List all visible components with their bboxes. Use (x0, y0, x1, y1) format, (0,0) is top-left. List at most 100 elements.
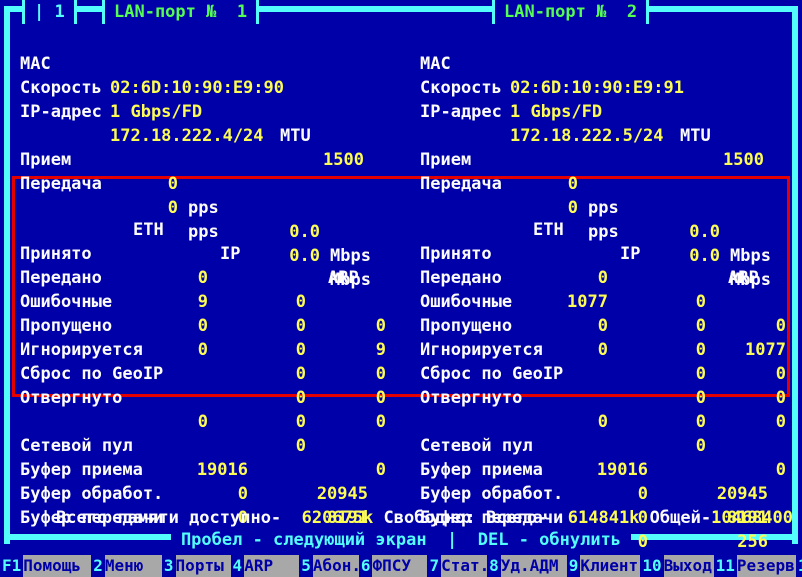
rx-rate-row: Прием 0 pps 0.0 Mbps (420, 124, 792, 148)
ip-row: IP-адрес 172.18.222.5/24 (420, 76, 792, 100)
port2-panel: MAC 02:6D:10:90:E9:91 Скорость 1 Gbps/FD… (420, 0, 792, 530)
table-row: Ошибочные 0 0 0 (20, 266, 392, 290)
fkey-number: 5 (299, 555, 313, 577)
ip-label: IP-адрес (20, 100, 102, 124)
table-row: Передано 1077 0 1077 (420, 242, 792, 266)
screen-indicator-label: | 1 (34, 2, 65, 22)
fkey-fpsu[interactable]: 6ФПСУ (359, 555, 428, 577)
port1-header-label: LAN-порт № 1 (114, 2, 247, 22)
speed-row: Скорость 1 Gbps/FD MTU 1500 (20, 52, 392, 76)
speed-row: Скорость 1 Gbps/FD MTU 1500 (420, 52, 792, 76)
left-border (4, 6, 10, 544)
stat-ip: 0 (620, 386, 706, 410)
table-row: Пропущено 0 0 0 (20, 290, 392, 314)
table-row: Отвергнуто 0 0 0 (420, 362, 792, 386)
fkey-label: Порты (176, 555, 231, 577)
table-row: Принято 0 0 0 (420, 218, 792, 242)
function-key-bar: F1Помощь 2Меню 3Порты 4ARP 5Абон. 6ФПСУ … (0, 555, 802, 577)
fkey-remote-admin[interactable]: 8Уд.АДМ (487, 555, 567, 577)
fkey-menu[interactable]: 2Меню (91, 555, 162, 577)
fkey-number: 9 (567, 555, 581, 577)
port1-panel: MAC 02:6D:10:90:E9:90 Скорость 1 Gbps/FD… (20, 0, 392, 530)
fkey-label: Клиент (580, 555, 640, 577)
stats-header-row: ETH IP ARP (20, 194, 392, 218)
tx-label: Передача (420, 172, 502, 196)
table-row: Принято 0 0 0 (20, 218, 392, 242)
memory-total-label: Всего памяти доступно- (56, 508, 302, 528)
speed-value: 1 Gbps/FD (110, 100, 202, 124)
table-row: Ошибочные 0 0 0 (420, 266, 792, 290)
memory-free-label: Свободно: Всего- (373, 508, 567, 528)
fkey-label: Меню (105, 555, 162, 577)
fkey-label: ФПСУ (372, 555, 427, 577)
fkey-number: 3 (162, 555, 176, 577)
ip-row: IP-адрес 172.18.222.4/24 (20, 76, 392, 100)
memory-common-label: Общей- (639, 508, 711, 528)
fkey-help[interactable]: F1Помощь (0, 555, 91, 577)
table-row: Пропущено 0 0 0 (420, 290, 792, 314)
buffer-row: Буфер обработ. 0 256 (420, 458, 792, 482)
stat-ip: 0 (220, 386, 306, 410)
stat-label: Отвергнуто (20, 386, 122, 410)
stat-arp: 0 (716, 386, 786, 410)
fkey-number: 2 (91, 555, 105, 577)
buffer-row: Сетевой пул 19016 20945 (420, 410, 792, 434)
memory-summary-line: Всего памяти доступно- 620675k Свободно:… (56, 506, 793, 530)
fkey-number: 7 (427, 555, 441, 577)
memory-common-value: 10468400 (711, 508, 793, 528)
mac-row: MAC 02:6D:10:90:E9:91 (420, 28, 792, 52)
fkey-stats[interactable]: 7Стат. (427, 555, 487, 577)
ip-label: IP-адрес (420, 100, 502, 124)
hint-line: Пробел - следующий экран | DEL - обнулит… (0, 528, 802, 552)
right-border (792, 6, 798, 544)
fkey-label: Выход (664, 555, 714, 577)
tx-rate-row: Передача 0 pps 0.0 Mbps (420, 148, 792, 172)
buffer-row: Сетевой пул 19016 20945 (20, 410, 392, 434)
buffer-row: Буфер передачи 0 8191 (420, 482, 792, 506)
fkey-number: 11 (714, 555, 737, 577)
terminal-screen: | 1 LAN-порт № 1 LAN-порт № 2 MAC 02:6D:… (0, 0, 802, 577)
buffer-row: Буфер обработ. 0 256 (20, 458, 392, 482)
table-row: Игнорируется 0 0 (20, 314, 392, 338)
rx-rate-row: Прием 0 pps 0.0 Mbps (20, 124, 392, 148)
fkey-subscribers[interactable]: 5Абон. (299, 555, 359, 577)
fkey-number: 10 (640, 555, 663, 577)
table-row: Игнорируется 0 0 (420, 314, 792, 338)
port2-header-tab: LAN-порт № 2 (492, 0, 649, 24)
fkey-label: Уд.АДМ (501, 555, 567, 577)
fkey-number: 8 (487, 555, 501, 577)
fkey-label: Абон. (313, 555, 359, 577)
table-row: Передано 9 0 9 (20, 242, 392, 266)
stat-arp: 0 (316, 386, 386, 410)
tx-label: Передача (20, 172, 102, 196)
fkey-label: ARP (244, 555, 299, 577)
fkey-label: Резерв (737, 555, 796, 577)
fkey-number: 4 (231, 555, 245, 577)
hint-text: Пробел - следующий экран | DEL - обнулит… (171, 530, 631, 550)
fkey-number: F1 (0, 555, 23, 577)
fkey-number: 6 (359, 555, 373, 577)
memory-total-value: 620675k (302, 508, 374, 528)
fkey-misc[interactable]: 12Проч. (796, 555, 802, 577)
memory-free-value: 614841k (568, 508, 640, 528)
stat-label: Отвергнуто (420, 386, 522, 410)
table-row: Отвергнуто 0 0 0 (20, 362, 392, 386)
table-row: Сброс по GeoIP 0 (420, 338, 792, 362)
buffer-row: Буфер приема 0 8191 (420, 434, 792, 458)
speed-value: 1 Gbps/FD (510, 100, 602, 124)
buffer-row: Буфер передачи 0 8191 (20, 482, 392, 506)
fkey-label: Стат. (441, 555, 487, 577)
buffer-row: Буфер приема 0 8191 (20, 434, 392, 458)
screen-indicator-tab: | 1 (22, 0, 77, 24)
fkey-reserve[interactable]: 11Резерв (714, 555, 796, 577)
port1-header-tab: LAN-порт № 1 (102, 0, 259, 24)
port2-header-label: LAN-порт № 2 (504, 2, 637, 22)
mac-row: MAC 02:6D:10:90:E9:90 (20, 28, 392, 52)
fkey-ports[interactable]: 3Порты (162, 555, 231, 577)
fkey-exit[interactable]: 10Выход (640, 555, 713, 577)
table-row: Сброс по GeoIP 0 (20, 338, 392, 362)
fkey-arp[interactable]: 4ARP (231, 555, 300, 577)
stats-header-row: ETH IP ARP (420, 194, 792, 218)
fkey-client[interactable]: 9Клиент (567, 555, 641, 577)
fkey-label: Помощь (23, 555, 91, 577)
